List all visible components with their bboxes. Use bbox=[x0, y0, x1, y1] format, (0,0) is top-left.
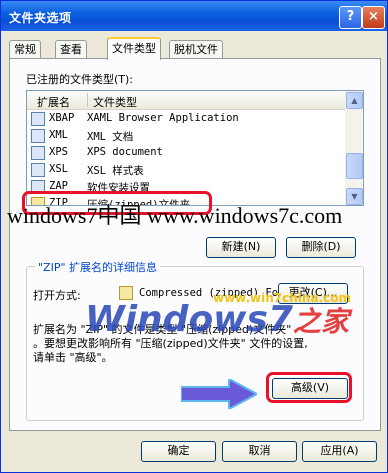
row-extension: XPS bbox=[49, 146, 68, 158]
help-button[interactable]: ? bbox=[339, 6, 362, 29]
close-button[interactable]: × bbox=[362, 6, 385, 29]
column-extension[interactable]: 扩展名 bbox=[37, 94, 70, 110]
file-types-list[interactable]: 扩展名 文件类型 XBAP XAML Browser Application X… bbox=[26, 90, 364, 206]
file-icon bbox=[31, 129, 45, 143]
scroll-down-icon[interactable]: ▼ bbox=[346, 188, 363, 205]
right-arrow-icon bbox=[181, 379, 257, 409]
row-extension: XML bbox=[49, 129, 68, 141]
advanced-button-highlight bbox=[266, 372, 352, 403]
window-title: 文件夹选项 bbox=[9, 11, 72, 25]
details-group-title: "ZIP" 扩展名的详细信息 bbox=[35, 259, 161, 275]
row-type: XAML Browser Application bbox=[87, 112, 239, 124]
watermark-line: windows7中国 www.windows7c.com bbox=[7, 203, 343, 228]
vertical-scrollbar[interactable]: ▲ ▼ bbox=[345, 91, 363, 205]
scroll-thumb[interactable] bbox=[346, 153, 363, 179]
list-item[interactable]: XPS XPS document bbox=[27, 144, 345, 161]
tab-file-types[interactable]: 文件类型 bbox=[107, 37, 161, 60]
file-icon bbox=[31, 163, 45, 177]
description-line-3: 请单击 "高级"。 bbox=[33, 351, 113, 364]
cancel-button[interactable]: 取消 bbox=[222, 441, 297, 462]
registered-types-label: 已注册的文件类型(T): bbox=[26, 73, 134, 86]
column-divider[interactable] bbox=[87, 93, 88, 107]
opens-with-label: 打开方式: bbox=[33, 289, 81, 302]
file-icon bbox=[31, 112, 45, 126]
tab-general[interactable]: 常规 bbox=[9, 40, 41, 58]
watermark-logo: Windows7之家 bbox=[85, 299, 349, 340]
logo-text-suffix: 之家 bbox=[292, 305, 349, 338]
list-header: 扩展名 文件类型 bbox=[27, 91, 345, 110]
row-type: XML 文档 bbox=[87, 131, 134, 143]
folder-options-window: 文件夹选项 ? × 常规 查看 文件类型 脱机文件 已注册的文件类型(T): 扩… bbox=[0, 0, 388, 473]
row-type: XSL 样式表 bbox=[87, 165, 144, 177]
logo-text: Windows7 bbox=[85, 299, 293, 340]
tab-offline-files[interactable]: 脱机文件 bbox=[169, 40, 223, 58]
delete-button[interactable]: 删除(D) bbox=[286, 237, 356, 258]
row-extension: XBAP bbox=[49, 112, 75, 124]
tab-strip: 常规 查看 文件类型 脱机文件 bbox=[9, 37, 381, 60]
row-extension: XSL bbox=[49, 163, 68, 175]
title-bar: 文件夹选项 ? × bbox=[1, 1, 387, 31]
list-item[interactable]: XBAP XAML Browser Application bbox=[27, 110, 345, 127]
new-button[interactable]: 新建(N) bbox=[206, 237, 276, 258]
scroll-up-icon[interactable]: ▲ bbox=[346, 92, 363, 109]
apply-button[interactable]: 应用(A) bbox=[302, 441, 377, 462]
file-icon bbox=[31, 146, 45, 160]
row-type: XPS document bbox=[87, 146, 163, 158]
file-types-panel: 已注册的文件类型(T): 扩展名 文件类型 XBAP XAML Browser … bbox=[9, 58, 381, 431]
list-item[interactable]: XML XML 文档 bbox=[27, 127, 345, 144]
ok-button[interactable]: 确定 bbox=[141, 441, 216, 462]
tab-view[interactable]: 查看 bbox=[55, 40, 87, 58]
compressed-folder-icon bbox=[119, 286, 133, 300]
column-file-type[interactable]: 文件类型 bbox=[93, 94, 137, 110]
list-item[interactable]: XSL XSL 样式表 bbox=[27, 161, 345, 178]
